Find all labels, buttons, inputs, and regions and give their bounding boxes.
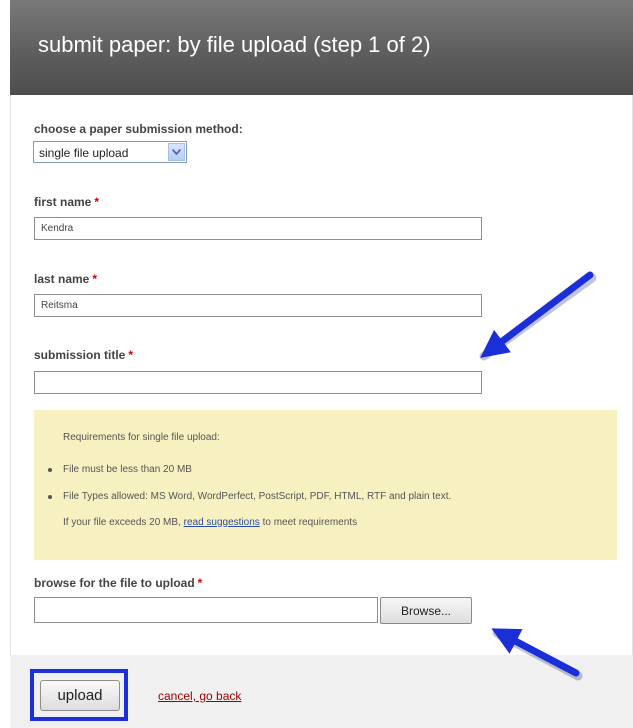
file-path-input[interactable] (34, 597, 378, 623)
first-name-input[interactable] (34, 217, 482, 240)
requirements-note: If your file exceeds 20 MB, read suggest… (63, 517, 357, 528)
requirement-item: File Types allowed: MS Word, WordPerfect… (63, 491, 452, 502)
required-marker: * (94, 195, 100, 209)
requirements-note-suffix: to meet requirements (259, 517, 358, 528)
submission-title-input[interactable] (34, 371, 482, 394)
submission-method-value: single file upload (39, 146, 129, 160)
browse-button[interactable]: Browse... (380, 597, 472, 624)
last-name-input[interactable] (34, 294, 482, 317)
upload-button[interactable]: upload (40, 680, 120, 711)
submission-title-label-text: submission title (34, 348, 126, 362)
last-name-label-text: last name (34, 272, 90, 286)
required-marker: * (128, 348, 134, 362)
bullet-icon (48, 495, 52, 499)
file-upload-label-text: browse for the file to upload (34, 576, 195, 590)
first-name-label: first name * (34, 195, 99, 209)
requirements-box: Requirements for single file upload: Fil… (34, 410, 617, 560)
bullet-icon (48, 468, 52, 472)
first-name-label-text: first name (34, 195, 92, 209)
cancel-link[interactable]: cancel, go back (158, 689, 241, 703)
submission-method-select[interactable]: single file upload (33, 141, 187, 163)
requirements-note-prefix: If your file exceeds 20 MB, (63, 517, 184, 528)
file-upload-label: browse for the file to upload * (34, 576, 202, 590)
submission-method-label: choose a paper submission method: (34, 122, 243, 136)
last-name-label: last name * (34, 272, 97, 286)
submission-title-label: submission title * (34, 348, 133, 362)
requirement-item: File must be less than 20 MB (63, 464, 192, 475)
page-header: submit paper: by file upload (step 1 of … (10, 0, 633, 95)
required-marker: * (92, 272, 98, 286)
submission-method-label-text: choose a paper submission method: (34, 122, 243, 136)
requirements-heading: Requirements for single file upload: (63, 432, 220, 443)
page-title: submit paper: by file upload (step 1 of … (38, 32, 431, 57)
read-suggestions-link[interactable]: read suggestions (184, 517, 260, 528)
chevron-down-icon[interactable] (168, 143, 185, 161)
required-marker: * (197, 576, 203, 590)
